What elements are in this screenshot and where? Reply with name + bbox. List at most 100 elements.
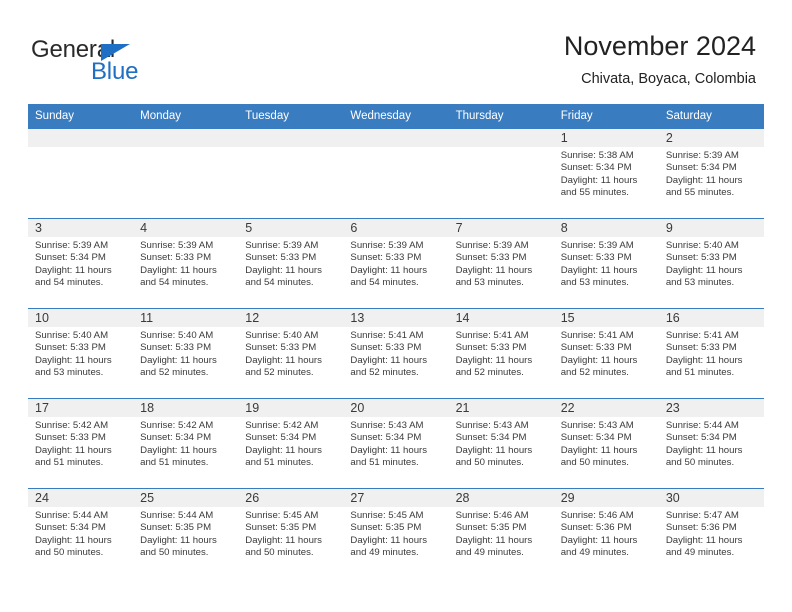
calendar-day-cell[interactable]: 10 Sunrise: 5:40 AM Sunset: 5:33 PM Dayligh… (28, 308, 134, 399)
daylight-text-line2: and 49 minutes. (665, 547, 735, 559)
day-number: 13 (343, 309, 449, 327)
calendar-day-cell[interactable]: 20 Sunrise: 5:43 AM Sunset: 5:34 PM Dayligh… (343, 398, 449, 489)
sunset-text: Sunset: 5:36 PM (665, 522, 737, 534)
day-cell-details: Sunrise: 5:42 AM Sunset: 5:34 PM Daylight:… (238, 417, 343, 470)
calendar-day-cell[interactable]: 2 Sunrise: 5:39 AM Sunset: 5:34 PM Daylight… (658, 128, 764, 219)
calendar-day-cell[interactable]: 25 Sunrise: 5:44 AM Sunset: 5:35 PM Dayligh… (133, 488, 239, 578)
daylight-text-line2: and 54 minutes. (140, 277, 209, 289)
daylight-text-line2: and 52 minutes. (350, 367, 419, 379)
sunrise-text: Sunrise: 5:39 AM (140, 240, 214, 251)
calendar-cell-empty (238, 128, 344, 219)
calendar-page: General Blue November 2024 Chivata, Boya… (0, 0, 792, 612)
calendar-day-cell[interactable]: 9 Sunrise: 5:40 AM Sunset: 5:33 PM Daylight… (658, 218, 764, 309)
daylight-text-line2: and 50 minutes. (245, 547, 314, 559)
calendar-day-cell[interactable]: 4 Sunrise: 5:39 AM Sunset: 5:33 PM Daylight… (133, 218, 239, 309)
calendar-day-cell[interactable]: 16 Sunrise: 5:41 AM Sunset: 5:33 PM Dayligh… (658, 308, 764, 399)
calendar-day-cell[interactable]: 11 Sunrise: 5:40 AM Sunset: 5:33 PM Dayligh… (133, 308, 239, 399)
calendar-day-cell[interactable]: 29 Sunrise: 5:46 AM Sunset: 5:36 PM Dayligh… (553, 488, 659, 578)
calendar-day-cell[interactable]: 8 Sunrise: 5:39 AM Sunset: 5:33 PM Daylight… (553, 218, 659, 309)
day-cell-details: Sunrise: 5:45 AM Sunset: 5:35 PM Daylight:… (343, 507, 448, 560)
calendar-day-cell[interactable]: 27 Sunrise: 5:45 AM Sunset: 5:35 PM Dayligh… (343, 488, 449, 578)
daylight-text-line1: Daylight: 11 hours (350, 444, 428, 456)
calendar-day-cell[interactable]: 19 Sunrise: 5:42 AM Sunset: 5:34 PM Dayligh… (238, 398, 344, 489)
sunrise-text: Sunrise: 5:43 AM (350, 420, 424, 431)
day-cell-inner: 30 Sunrise: 5:47 AM Sunset: 5:36 PM Dayligh… (658, 489, 764, 578)
calendar-day-cell[interactable]: 23 Sunrise: 5:44 AM Sunset: 5:34 PM Dayligh… (658, 398, 764, 489)
sunrise-text: Sunrise: 5:41 AM (560, 330, 634, 341)
sunset-text: Sunset: 5:33 PM (350, 252, 422, 264)
sunset-text: Sunset: 5:33 PM (245, 342, 317, 354)
daylight-text-line1: Daylight: 11 hours (245, 264, 322, 276)
sunset-text: Sunset: 5:33 PM (140, 342, 212, 354)
daylight-text-line1: Daylight: 11 hours (245, 354, 322, 366)
calendar-day-cell[interactable]: 28 Sunrise: 5:46 AM Sunset: 5:35 PM Dayligh… (448, 488, 554, 578)
calendar-day-cell[interactable]: 5 Sunrise: 5:39 AM Sunset: 5:33 PM Daylight… (238, 218, 344, 309)
day-number: 30 (658, 489, 764, 507)
day-cell-details: Sunrise: 5:47 AM Sunset: 5:36 PM Daylight:… (659, 507, 764, 560)
daylight-text-line1: Daylight: 11 hours (665, 264, 743, 276)
day-cell-details: Sunrise: 5:44 AM Sunset: 5:34 PM Daylight:… (659, 417, 764, 470)
day-cell-inner: 23 Sunrise: 5:44 AM Sunset: 5:34 PM Dayligh… (658, 399, 764, 488)
calendar-cell-empty (343, 128, 449, 219)
day-cell-inner: 12 Sunrise: 5:40 AM Sunset: 5:33 PM Dayligh… (238, 309, 344, 398)
day-number: 26 (238, 489, 344, 507)
day-number: 17 (28, 399, 134, 417)
day-number: 9 (658, 219, 764, 237)
sunset-text: Sunset: 5:33 PM (455, 252, 527, 264)
weekday-header-tuesday: Tuesday (238, 104, 344, 129)
daylight-text-line1: Daylight: 11 hours (560, 264, 638, 276)
calendar-day-cell[interactable]: 3 Sunrise: 5:39 AM Sunset: 5:34 PM Daylight… (28, 218, 134, 309)
day-number: 8 (553, 219, 659, 237)
day-cell-details: Sunrise: 5:41 AM Sunset: 5:33 PM Daylight:… (343, 327, 448, 380)
daylight-text-line1: Daylight: 11 hours (245, 444, 322, 456)
calendar-day-cell[interactable]: 22 Sunrise: 5:43 AM Sunset: 5:34 PM Dayligh… (553, 398, 659, 489)
day-cell-inner: 17 Sunrise: 5:42 AM Sunset: 5:33 PM Dayligh… (28, 399, 134, 488)
calendar-day-cell[interactable]: 17 Sunrise: 5:42 AM Sunset: 5:33 PM Dayligh… (28, 398, 134, 489)
day-number (238, 129, 344, 147)
day-cell-details: Sunrise: 5:43 AM Sunset: 5:34 PM Daylight:… (343, 417, 448, 470)
calendar-cell-empty (28, 128, 134, 219)
daylight-text-line2: and 55 minutes. (665, 187, 735, 199)
calendar-day-cell[interactable]: 15 Sunrise: 5:41 AM Sunset: 5:33 PM Dayligh… (553, 308, 659, 399)
calendar-cell-empty (448, 128, 554, 219)
calendar-day-cell[interactable]: 12 Sunrise: 5:40 AM Sunset: 5:33 PM Dayligh… (238, 308, 344, 399)
sunrise-text: Sunrise: 5:38 AM (560, 150, 634, 161)
sunrise-text: Sunrise: 5:40 AM (245, 330, 319, 341)
calendar-day-cell[interactable]: 18 Sunrise: 5:42 AM Sunset: 5:34 PM Dayligh… (133, 398, 239, 489)
day-cell-details: Sunrise: 5:44 AM Sunset: 5:35 PM Daylight:… (133, 507, 238, 560)
daylight-text-line1: Daylight: 11 hours (665, 534, 743, 546)
sunset-text: Sunset: 5:34 PM (665, 432, 737, 444)
sunrise-text: Sunrise: 5:39 AM (245, 240, 319, 251)
sunset-text: Sunset: 5:33 PM (350, 342, 422, 354)
calendar-day-cell[interactable]: 21 Sunrise: 5:43 AM Sunset: 5:34 PM Dayligh… (448, 398, 554, 489)
day-cell-inner: 27 Sunrise: 5:45 AM Sunset: 5:35 PM Dayligh… (343, 489, 449, 578)
sunset-text: Sunset: 5:33 PM (245, 252, 317, 264)
sunrise-text: Sunrise: 5:44 AM (665, 420, 739, 431)
daylight-text-line2: and 53 minutes. (560, 277, 629, 289)
daylight-text-line1: Daylight: 11 hours (560, 444, 638, 456)
calendar-day-cell[interactable]: 14 Sunrise: 5:41 AM Sunset: 5:33 PM Dayligh… (448, 308, 554, 399)
weekday-header-sunday: Sunday (28, 104, 134, 129)
sunset-text: Sunset: 5:34 PM (455, 432, 527, 444)
day-cell-inner: 19 Sunrise: 5:42 AM Sunset: 5:34 PM Dayligh… (238, 399, 344, 488)
day-number: 4 (133, 219, 239, 237)
daylight-text-line1: Daylight: 11 hours (35, 354, 112, 366)
calendar-day-cell[interactable]: 13 Sunrise: 5:41 AM Sunset: 5:33 PM Dayligh… (343, 308, 449, 399)
calendar-day-cell[interactable]: 1 Sunrise: 5:38 AM Sunset: 5:34 PM Daylight… (553, 128, 659, 219)
sunrise-text: Sunrise: 5:44 AM (140, 510, 214, 521)
daylight-text-line2: and 49 minutes. (350, 547, 419, 559)
calendar-day-cell[interactable]: 26 Sunrise: 5:45 AM Sunset: 5:35 PM Dayligh… (238, 488, 344, 578)
daylight-text-line2: and 51 minutes. (665, 367, 735, 379)
calendar-day-cell[interactable]: 6 Sunrise: 5:39 AM Sunset: 5:33 PM Daylight… (343, 218, 449, 309)
calendar-day-cell[interactable]: 7 Sunrise: 5:39 AM Sunset: 5:33 PM Daylight… (448, 218, 554, 309)
day-number: 29 (553, 489, 659, 507)
calendar-day-cell[interactable]: 24 Sunrise: 5:44 AM Sunset: 5:34 PM Dayligh… (28, 488, 134, 578)
general-blue-logo[interactable]: General Blue (31, 36, 251, 86)
daylight-text-line1: Daylight: 11 hours (455, 354, 533, 366)
day-number: 23 (658, 399, 764, 417)
day-cell-details: Sunrise: 5:45 AM Sunset: 5:35 PM Daylight:… (238, 507, 343, 560)
sunrise-text: Sunrise: 5:39 AM (350, 240, 424, 251)
calendar-day-cell[interactable]: 30 Sunrise: 5:47 AM Sunset: 5:36 PM Dayligh… (658, 488, 764, 578)
daylight-text-line2: and 55 minutes. (560, 187, 629, 199)
daylight-text-line1: Daylight: 11 hours (140, 534, 217, 546)
